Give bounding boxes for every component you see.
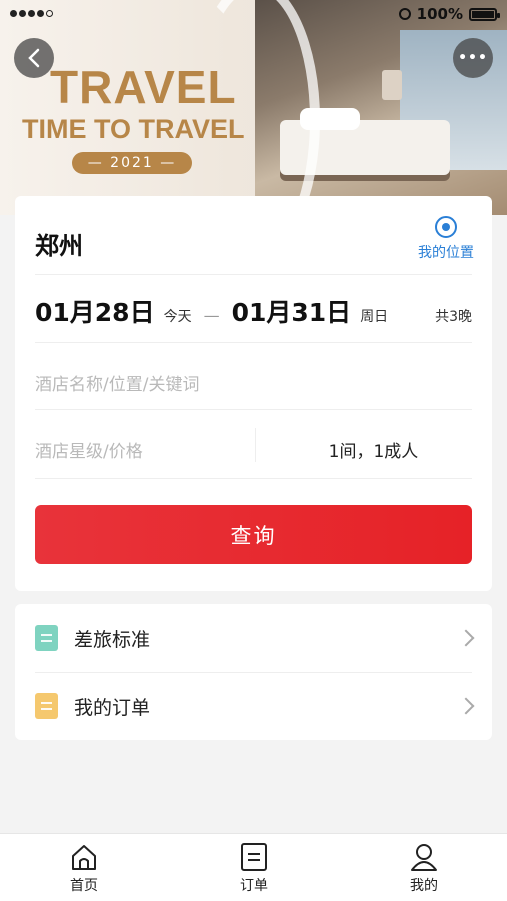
divider (35, 274, 472, 275)
nights-count: 共3晚 (435, 309, 472, 325)
keyword-search-input[interactable]: 酒店名称/位置/关键词 (35, 370, 199, 395)
hotel-search-card: 郑州 我的位置 01月28日 今天 — 01月31日 周日 共3晚 酒店名称/位… (15, 196, 492, 591)
orders-icon (241, 843, 267, 871)
my-orders-icon (35, 693, 58, 719)
battery-status: 100% (398, 5, 500, 23)
divider (35, 342, 472, 343)
menu-item-my-orders[interactable]: 我的订单 (15, 672, 492, 740)
tab-label: 我的 (410, 878, 438, 894)
chevron-right-icon (457, 697, 475, 715)
back-button[interactable] (14, 38, 54, 78)
bottom-tab-bar: 首页 订单 我的 (0, 833, 507, 901)
tab-orders[interactable]: 订单 (214, 842, 294, 895)
more-options-button[interactable]: ••• (453, 38, 493, 78)
checkin-date[interactable]: 01月28日 (35, 293, 155, 329)
my-location-label: 我的位置 (418, 245, 474, 261)
chevron-right-icon (457, 629, 475, 647)
checkout-day: 周日 (360, 309, 389, 325)
banner-title: TRAVEL (50, 61, 237, 113)
chevron-left-icon (28, 48, 40, 68)
my-location-button[interactable]: 我的位置 (418, 216, 474, 262)
tab-label: 订单 (240, 878, 268, 894)
battery-percentage: 100% (416, 5, 463, 23)
banner-subtitle: TIME TO TRAVEL (22, 114, 245, 144)
signal-strength-icon (10, 10, 53, 17)
menu-item-travel-standard[interactable]: 差旅标准 (15, 604, 492, 672)
checkin-day: 今天 (163, 309, 192, 325)
tab-profile[interactable]: 我的 (384, 842, 464, 895)
status-bar: 100% (0, 0, 507, 30)
room-lamp-image (382, 70, 402, 100)
more-dots-icon: ••• (458, 50, 488, 66)
star-price-filter[interactable]: 酒店星级/价格 (35, 437, 143, 462)
menu-item-label: 差旅标准 (74, 628, 151, 651)
service-menu: 差旅标准 我的订单 (15, 604, 492, 740)
city-selector[interactable]: 郑州 (35, 226, 83, 261)
home-icon (72, 845, 96, 870)
travel-standard-icon (35, 625, 58, 651)
tab-home[interactable]: 首页 (44, 842, 124, 895)
rooms-guests-selector[interactable]: 1间，1成人 (255, 437, 492, 462)
banner-year-badge: — 2021 — (72, 152, 192, 174)
tab-label: 首页 (70, 878, 98, 894)
battery-icon (469, 7, 500, 21)
menu-item-label: 我的订单 (74, 696, 151, 719)
orientation-lock-icon (398, 8, 411, 20)
hero-banner: 100% ••• TRAVEL TIME TO TRAVEL — 2021 — (0, 0, 507, 215)
location-target-icon (435, 216, 457, 238)
date-range-selector[interactable]: 01月28日 今天 — 01月31日 周日 共3晚 (35, 293, 472, 333)
search-button[interactable]: 查询 (35, 505, 472, 564)
checkout-date[interactable]: 01月31日 (232, 293, 352, 329)
date-separator: — (203, 306, 220, 325)
divider (35, 478, 472, 479)
profile-icon (411, 844, 437, 871)
divider (35, 409, 472, 410)
